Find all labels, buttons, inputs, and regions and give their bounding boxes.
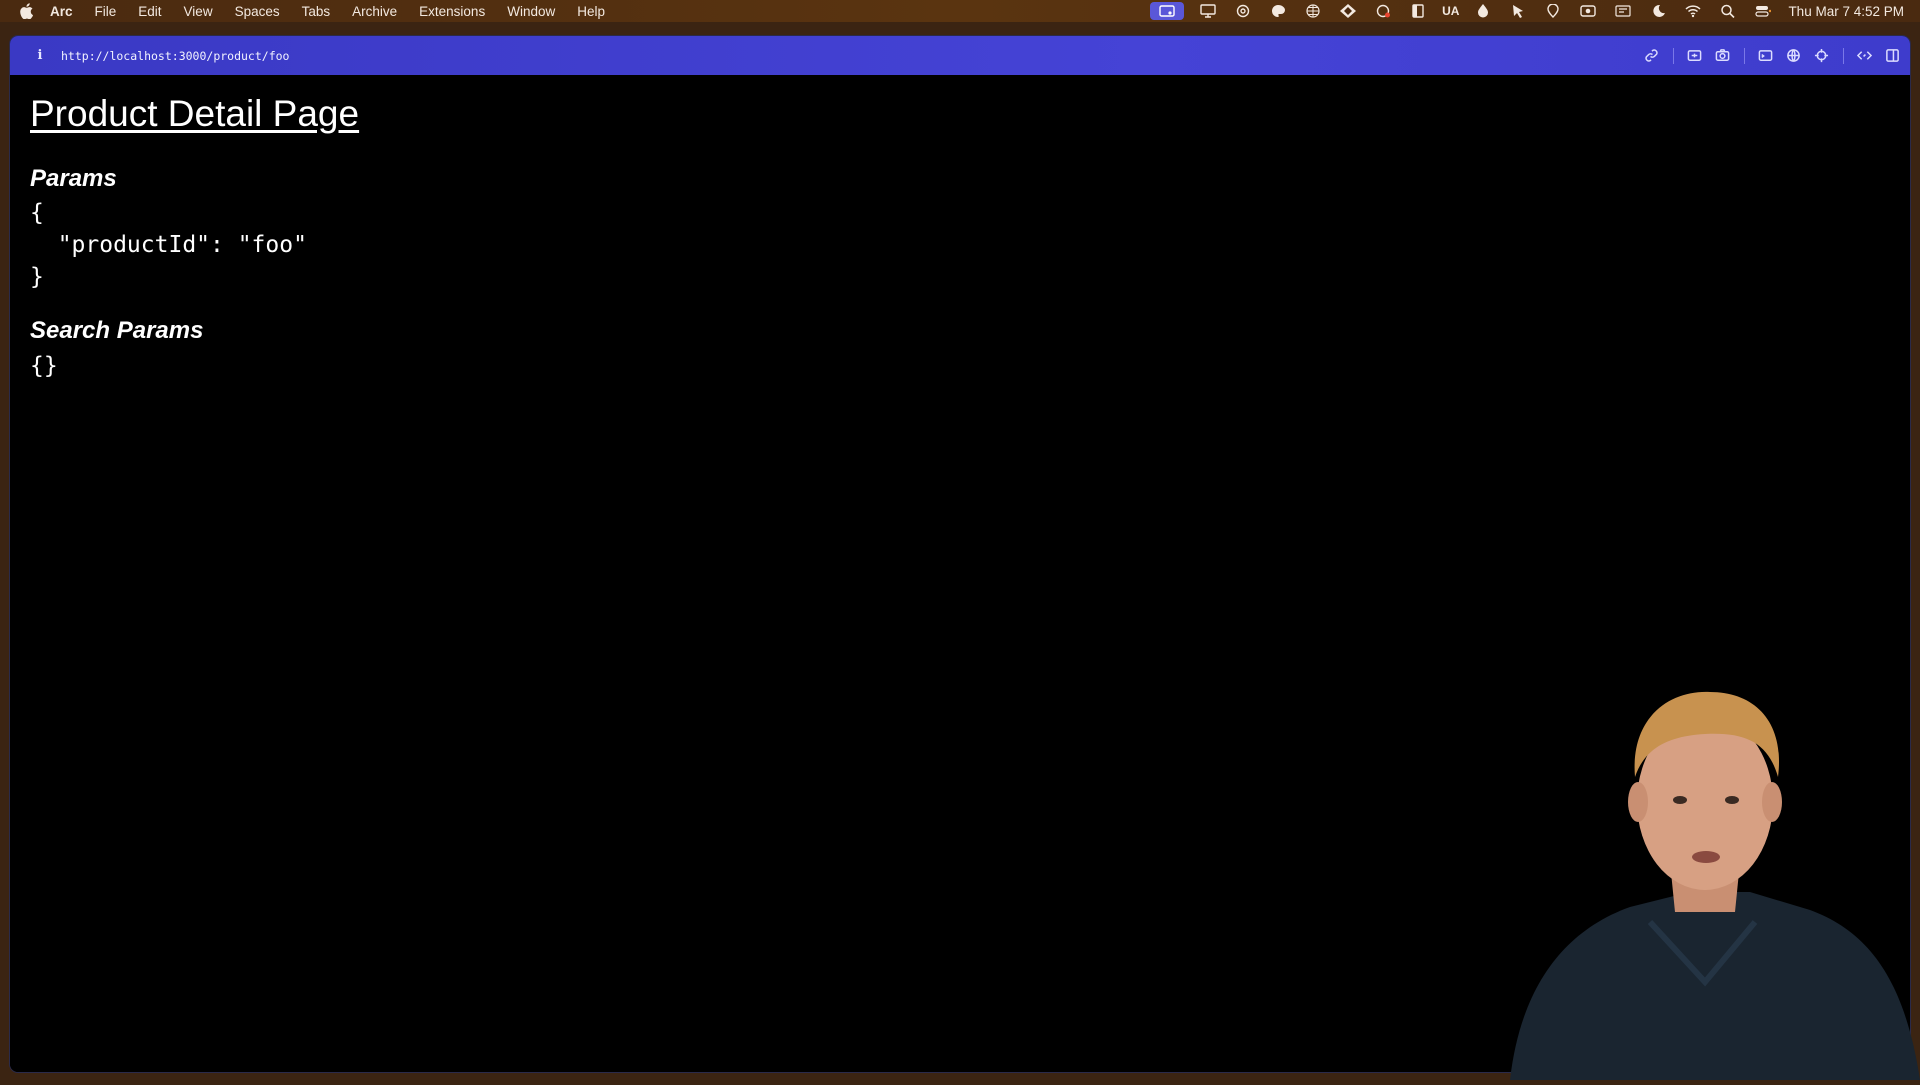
developer-mode-icon[interactable]: [1854, 46, 1874, 66]
globe-grid-icon[interactable]: [1302, 2, 1324, 20]
menu-archive[interactable]: Archive: [352, 4, 397, 19]
crosshair-icon[interactable]: [1811, 46, 1831, 66]
globe-icon[interactable]: [1783, 46, 1803, 66]
menu-bar: Arc File Edit View Spaces Tabs Archive E…: [0, 0, 1920, 22]
search-params-heading: Search Params: [30, 317, 204, 344]
params-heading: Params: [30, 165, 117, 192]
url-bar[interactable]: http://localhost:3000/product/foo: [61, 49, 289, 63]
params-json: { "productId": "foo" }: [30, 200, 307, 290]
menu-tabs[interactable]: Tabs: [302, 4, 331, 19]
presenter-webcam: [1500, 682, 1920, 1080]
palette-icon[interactable]: [1267, 2, 1289, 20]
camera-icon[interactable]: [1712, 46, 1732, 66]
camera-record-icon[interactable]: [1577, 2, 1599, 20]
menu-help[interactable]: Help: [577, 4, 605, 19]
at-sign-icon[interactable]: [1232, 2, 1254, 20]
copy-link-icon[interactable]: [1641, 46, 1661, 66]
display-icon[interactable]: [1197, 2, 1219, 20]
menubar-clock[interactable]: Thu Mar 7 4:52 PM: [1788, 4, 1904, 19]
menu-file[interactable]: File: [95, 4, 117, 19]
split-view-icon[interactable]: [1882, 46, 1902, 66]
wifi-icon[interactable]: [1682, 2, 1704, 20]
ua-menu-extra[interactable]: UA: [1442, 4, 1459, 18]
search-icon[interactable]: [1717, 2, 1739, 20]
menu-window[interactable]: Window: [507, 4, 555, 19]
site-info-icon[interactable]: i: [30, 48, 50, 63]
browser-toolbar: i http://localhost:3000/product/foo: [10, 36, 1910, 75]
menu-arc[interactable]: Arc: [50, 4, 73, 19]
page-title: Product Detail Page: [30, 93, 360, 134]
terminal-icon[interactable]: [1755, 46, 1775, 66]
sidebar-toggle-icon[interactable]: [1407, 2, 1429, 20]
menu-extensions[interactable]: Extensions: [419, 4, 485, 19]
screen-recorder-icon[interactable]: [1150, 2, 1185, 20]
cloud-sync-icon[interactable]: [1372, 2, 1394, 20]
diamond-app-icon[interactable]: [1337, 2, 1359, 20]
dollar-app-icon[interactable]: [1472, 2, 1494, 20]
location-pin-icon[interactable]: [1542, 2, 1564, 20]
moon-icon[interactable]: [1647, 2, 1669, 20]
menu-edit[interactable]: Edit: [138, 4, 161, 19]
search-params-json: {}: [30, 353, 58, 379]
apple-icon[interactable]: [18, 3, 34, 19]
toolbar-divider: [1744, 47, 1745, 64]
capture-icon[interactable]: [1684, 46, 1704, 66]
menu-spaces[interactable]: Spaces: [235, 4, 280, 19]
control-center-icon[interactable]: [1752, 2, 1774, 20]
toolbar-divider: [1673, 47, 1674, 64]
menu-view[interactable]: View: [184, 4, 213, 19]
cursor-tool-icon[interactable]: [1507, 2, 1529, 20]
toolbar-divider: [1843, 47, 1844, 64]
window-manager-icon[interactable]: [1612, 2, 1634, 20]
